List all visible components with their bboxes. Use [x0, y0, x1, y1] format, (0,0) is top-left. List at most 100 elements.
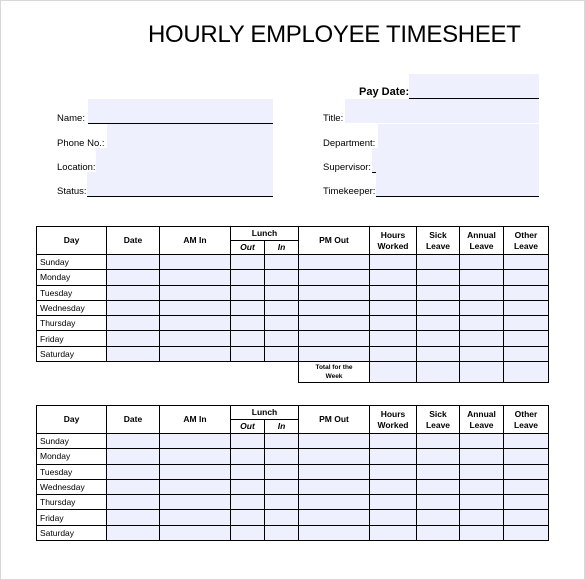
am-in-cell[interactable]	[159, 253, 231, 271]
pm-out-cell[interactable]	[298, 299, 370, 317]
hours-worked-cell[interactable]	[369, 345, 417, 363]
lunch-in-cell[interactable]	[264, 478, 299, 496]
date-cell[interactable]	[106, 299, 160, 317]
status-field[interactable]	[87, 172, 273, 197]
hours-worked-cell[interactable]	[369, 478, 417, 496]
other-leave-cell[interactable]	[503, 478, 549, 496]
total-annual-leave-cell[interactable]	[459, 361, 504, 384]
pay-date-field[interactable]	[409, 74, 539, 99]
lunch-out-cell[interactable]	[230, 478, 265, 496]
am-in-cell[interactable]	[159, 330, 231, 347]
pm-out-cell[interactable]	[298, 448, 370, 465]
annual-leave-cell[interactable]	[459, 448, 504, 465]
pm-out-cell[interactable]	[298, 345, 370, 363]
lunch-out-cell[interactable]	[230, 432, 265, 450]
lunch-out-cell[interactable]	[230, 330, 265, 347]
lunch-in-cell[interactable]	[264, 463, 299, 480]
sick-leave-cell[interactable]	[416, 330, 460, 347]
annual-leave-cell[interactable]	[459, 478, 504, 496]
lunch-out-cell[interactable]	[230, 253, 265, 271]
am-in-cell[interactable]	[159, 269, 231, 286]
lunch-in-cell[interactable]	[264, 524, 299, 542]
am-in-cell[interactable]	[159, 448, 231, 465]
date-cell[interactable]	[106, 432, 160, 450]
sick-leave-cell[interactable]	[416, 299, 460, 317]
sick-leave-cell[interactable]	[416, 524, 460, 542]
timekeeper-field[interactable]	[376, 172, 539, 197]
hours-worked-cell[interactable]	[369, 463, 417, 480]
pm-out-cell[interactable]	[298, 253, 370, 271]
name-field[interactable]	[88, 99, 273, 124]
total-other-leave-cell[interactable]	[503, 361, 549, 384]
other-leave-cell[interactable]	[503, 299, 549, 317]
annual-leave-cell[interactable]	[459, 345, 504, 363]
am-in-cell[interactable]	[159, 524, 231, 542]
date-cell[interactable]	[106, 284, 160, 301]
supervisor-field[interactable]	[372, 148, 539, 173]
other-leave-cell[interactable]	[503, 284, 549, 301]
other-leave-cell[interactable]	[503, 509, 549, 526]
annual-leave-cell[interactable]	[459, 494, 504, 511]
date-cell[interactable]	[106, 315, 160, 332]
lunch-out-cell[interactable]	[230, 299, 265, 317]
lunch-out-cell[interactable]	[230, 269, 265, 286]
lunch-in-cell[interactable]	[264, 509, 299, 526]
phone-field[interactable]	[107, 124, 273, 149]
other-leave-cell[interactable]	[503, 494, 549, 511]
pm-out-cell[interactable]	[298, 463, 370, 480]
lunch-in-cell[interactable]	[264, 432, 299, 450]
annual-leave-cell[interactable]	[459, 432, 504, 450]
lunch-out-cell[interactable]	[230, 345, 265, 363]
lunch-in-cell[interactable]	[264, 448, 299, 465]
lunch-in-cell[interactable]	[264, 330, 299, 347]
pm-out-cell[interactable]	[298, 269, 370, 286]
am-in-cell[interactable]	[159, 478, 231, 496]
date-cell[interactable]	[106, 494, 160, 511]
date-cell[interactable]	[106, 253, 160, 271]
sick-leave-cell[interactable]	[416, 432, 460, 450]
lunch-in-cell[interactable]	[264, 494, 299, 511]
lunch-in-cell[interactable]	[264, 345, 299, 363]
hours-worked-cell[interactable]	[369, 253, 417, 271]
hours-worked-cell[interactable]	[369, 330, 417, 347]
pm-out-cell[interactable]	[298, 330, 370, 347]
annual-leave-cell[interactable]	[459, 284, 504, 301]
pm-out-cell[interactable]	[298, 494, 370, 511]
lunch-in-cell[interactable]	[264, 284, 299, 301]
other-leave-cell[interactable]	[503, 345, 549, 363]
date-cell[interactable]	[106, 524, 160, 542]
department-field[interactable]	[378, 124, 539, 149]
sick-leave-cell[interactable]	[416, 315, 460, 332]
lunch-in-cell[interactable]	[264, 269, 299, 286]
date-cell[interactable]	[106, 509, 160, 526]
pm-out-cell[interactable]	[298, 524, 370, 542]
date-cell[interactable]	[106, 448, 160, 465]
annual-leave-cell[interactable]	[459, 330, 504, 347]
lunch-out-cell[interactable]	[230, 284, 265, 301]
hours-worked-cell[interactable]	[369, 494, 417, 511]
annual-leave-cell[interactable]	[459, 509, 504, 526]
hours-worked-cell[interactable]	[369, 509, 417, 526]
lunch-in-cell[interactable]	[264, 315, 299, 332]
sick-leave-cell[interactable]	[416, 463, 460, 480]
pm-out-cell[interactable]	[298, 478, 370, 496]
title-field[interactable]	[345, 99, 539, 123]
lunch-out-cell[interactable]	[230, 448, 265, 465]
sick-leave-cell[interactable]	[416, 494, 460, 511]
other-leave-cell[interactable]	[503, 448, 549, 465]
pm-out-cell[interactable]	[298, 509, 370, 526]
other-leave-cell[interactable]	[503, 269, 549, 286]
hours-worked-cell[interactable]	[369, 269, 417, 286]
am-in-cell[interactable]	[159, 463, 231, 480]
lunch-out-cell[interactable]	[230, 509, 265, 526]
sick-leave-cell[interactable]	[416, 345, 460, 363]
date-cell[interactable]	[106, 463, 160, 480]
pm-out-cell[interactable]	[298, 432, 370, 450]
lunch-in-cell[interactable]	[264, 299, 299, 317]
other-leave-cell[interactable]	[503, 524, 549, 542]
annual-leave-cell[interactable]	[459, 463, 504, 480]
total-sick-leave-cell[interactable]	[416, 361, 460, 384]
hours-worked-cell[interactable]	[369, 524, 417, 542]
date-cell[interactable]	[106, 478, 160, 496]
sick-leave-cell[interactable]	[416, 269, 460, 286]
